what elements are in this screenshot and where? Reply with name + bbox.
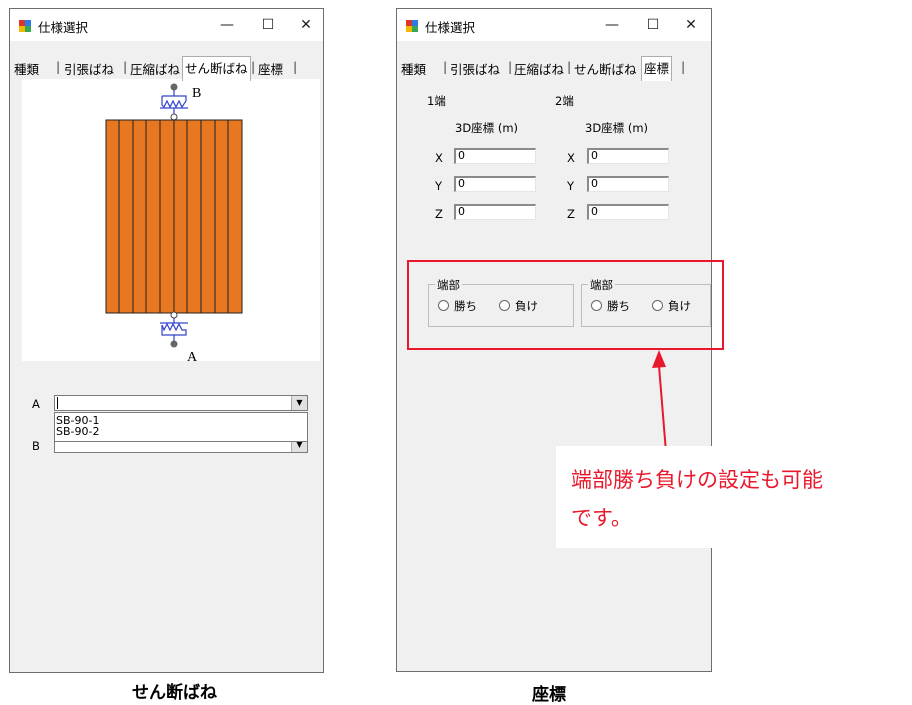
- left-window: 仕様選択 — ☐ ✕ 種類 | 引張ばね | 圧縮ばね せん断ばね | 座標 |…: [9, 8, 324, 673]
- end2-z-input[interactable]: 0: [587, 204, 669, 220]
- chevron-down-icon[interactable]: ▼: [291, 396, 307, 410]
- tab-kind[interactable]: 種類: [401, 59, 426, 78]
- window-title: 仕様選択: [38, 20, 89, 35]
- end2-x-input[interactable]: 0: [587, 148, 669, 164]
- tab-coordinates[interactable]: 座標: [258, 59, 283, 78]
- caption-right: 座標: [532, 685, 566, 705]
- end2-z-label: Z: [567, 207, 575, 221]
- tab-strip: 種類 | 引張ばね | 圧縮ばね せん断ばね | 座標 |: [10, 53, 323, 81]
- title-bar: 仕様選択 — ☐ ✕: [10, 9, 323, 41]
- tab-separator: |: [251, 59, 256, 74]
- end1-subtitle: 3D座標 (m): [455, 121, 519, 135]
- end1-x-label: X: [435, 151, 443, 165]
- close-button[interactable]: ✕: [671, 11, 711, 39]
- tab-strip: 種類 | 引張ばね | 圧縮ばね | せん断ばね 座標 |: [397, 53, 711, 81]
- title-bar: 仕様選択 — ☐ ✕: [397, 9, 711, 41]
- tab-shear-spring[interactable]: せん断ばね: [182, 56, 251, 81]
- field-b-label: B: [32, 439, 40, 453]
- close-button[interactable]: ✕: [286, 11, 326, 39]
- end1-x-input[interactable]: 0: [454, 148, 536, 164]
- tab-coordinates[interactable]: 座標: [641, 56, 673, 81]
- tab-compression-spring[interactable]: 圧縮ばね: [130, 59, 180, 78]
- end-a-dropdown-list: SB-90-1 SB-90-2: [54, 412, 308, 442]
- tab-separator: |: [293, 59, 298, 74]
- tab-separator: |: [123, 59, 128, 74]
- caption-left: せん断ばね: [132, 683, 217, 703]
- tab-separator: |: [443, 59, 448, 74]
- tab-tension-spring[interactable]: 引張ばね: [64, 59, 114, 78]
- tab-shear-spring[interactable]: せん断ばね: [574, 59, 637, 78]
- annotation-text-line1: 端部勝ち負けの設定も可能: [571, 468, 823, 492]
- label-b: B: [192, 86, 201, 101]
- highlight-box: [407, 260, 724, 350]
- tab-separator: |: [508, 59, 513, 74]
- end1-z-label: Z: [435, 207, 443, 221]
- end2-y-input[interactable]: 0: [587, 176, 669, 192]
- shear-spring-diagram: B A: [105, 83, 243, 365]
- end2-subtitle: 3D座標 (m): [585, 121, 649, 135]
- annotation-callout: 端部勝ち負けの設定も可能 です。: [556, 446, 912, 548]
- end2-y-label: Y: [567, 179, 575, 193]
- tab-tension-spring[interactable]: 引張ばね: [450, 59, 500, 78]
- end1-y-input[interactable]: 0: [454, 176, 536, 192]
- end2-x-label: X: [567, 151, 575, 165]
- label-a: A: [187, 350, 198, 361]
- tab-compression-spring[interactable]: 圧縮ばね: [514, 59, 564, 78]
- end1-z-input[interactable]: 0: [454, 204, 536, 220]
- end1-title: 1端: [427, 94, 446, 108]
- spring-diagram-panel: B A: [22, 79, 320, 365]
- app-icon: [406, 20, 418, 32]
- tab-separator: |: [56, 59, 61, 74]
- end1-y-label: Y: [435, 179, 443, 193]
- field-a-label: A: [32, 397, 40, 411]
- bottom-spring-icon: [160, 311, 188, 348]
- spring-body: [105, 119, 243, 314]
- maximize-button[interactable]: ☐: [633, 11, 673, 39]
- end-a-combo[interactable]: ▼: [54, 395, 308, 411]
- app-icon: [19, 20, 31, 32]
- end2-title: 2端: [555, 94, 574, 108]
- minimize-button[interactable]: —: [207, 11, 247, 39]
- annotation-text-line2: です。: [571, 506, 632, 530]
- tab-kind[interactable]: 種類: [14, 59, 39, 78]
- tab-separator: |: [681, 59, 686, 74]
- maximize-button[interactable]: ☐: [248, 11, 288, 39]
- annotation-arrow: [652, 350, 667, 453]
- top-spring-icon: [160, 83, 188, 121]
- tab-separator: |: [567, 59, 572, 74]
- window-title: 仕様選択: [425, 20, 476, 35]
- dropdown-option[interactable]: SB-90-2: [55, 426, 307, 437]
- minimize-button[interactable]: —: [592, 11, 632, 39]
- text-caret: [57, 397, 58, 409]
